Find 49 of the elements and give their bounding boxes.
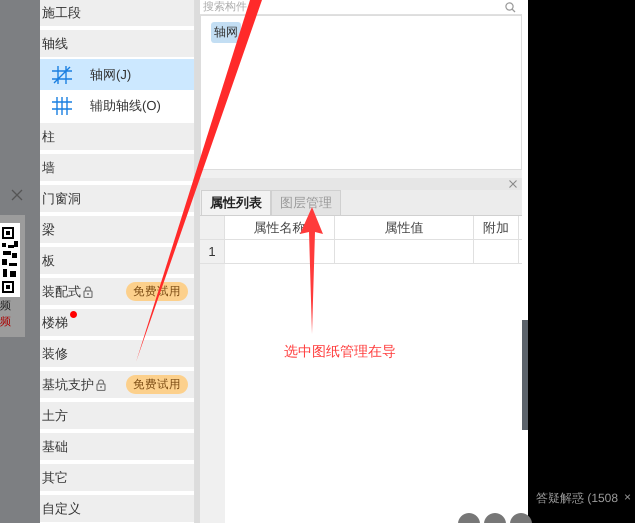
category-label: 土方: [42, 406, 68, 424]
close-button[interactable]: ×: [624, 490, 632, 507]
column-header: 属性值: [335, 216, 474, 239]
category-item[interactable]: 施工段: [40, 0, 194, 26]
grid-icon: [52, 96, 72, 114]
category-item[interactable]: 装修: [40, 340, 194, 367]
category-item[interactable]: 楼梯: [40, 309, 194, 336]
category-item[interactable]: 柱: [40, 123, 194, 150]
category-item[interactable]: 基坑支护 免费试用: [40, 371, 194, 398]
scrollbar-thumb[interactable]: [522, 320, 528, 430]
category-label: 柱: [42, 128, 55, 146]
close-icon[interactable]: [11, 189, 23, 201]
category-item[interactable]: 门窗洞: [40, 185, 194, 212]
category-label: 自定义: [42, 500, 81, 518]
category-item[interactable]: 墙: [40, 154, 194, 181]
category-label: 基坑支护: [42, 376, 94, 394]
category-item[interactable]: 土方: [40, 402, 194, 429]
category-item[interactable]: 轴线: [40, 30, 194, 57]
qr-code-icon: [0, 223, 20, 297]
annotation-text: 选中图纸管理在导: [284, 343, 396, 361]
free-trial-badge[interactable]: 免费试用: [126, 375, 188, 394]
category-label: 基础: [42, 438, 68, 456]
category-item[interactable]: 梁: [40, 216, 194, 243]
search-icon[interactable]: [505, 2, 516, 12]
category-label: 墙: [42, 158, 55, 176]
component-chip[interactable]: 轴网: [211, 22, 241, 43]
category-label: 梁: [42, 220, 55, 238]
category-label: 楼梯: [42, 314, 68, 332]
category-item[interactable]: 基础: [40, 433, 194, 460]
notification-text: 答疑解惑 (1508: [536, 490, 618, 507]
category-label: 板: [42, 252, 55, 270]
search-field[interactable]: 搜索构件: [200, 0, 522, 15]
close-icon[interactable]: [509, 180, 517, 188]
category-item[interactable]: 其它: [40, 464, 194, 491]
category-label: 轴线: [42, 34, 68, 52]
component-type-item[interactable]: 轴网(J): [40, 59, 194, 90]
category-item[interactable]: 自定义: [40, 495, 194, 522]
category-label: 装修: [42, 344, 68, 362]
promo-text: 频: [0, 299, 11, 313]
search-input[interactable]: 搜索构件: [203, 1, 505, 13]
category-label: 其它: [42, 468, 68, 486]
category-label: 施工段: [42, 4, 81, 22]
column-header: 附加: [474, 216, 519, 239]
panel-tab[interactable]: 属性列表: [201, 190, 271, 215]
row-number: 1: [200, 240, 225, 263]
category-label: 门窗洞: [42, 190, 81, 208]
category-label: 装配式: [42, 282, 81, 300]
axis-grid-icon: [52, 66, 72, 84]
category-item[interactable]: 板: [40, 247, 194, 274]
